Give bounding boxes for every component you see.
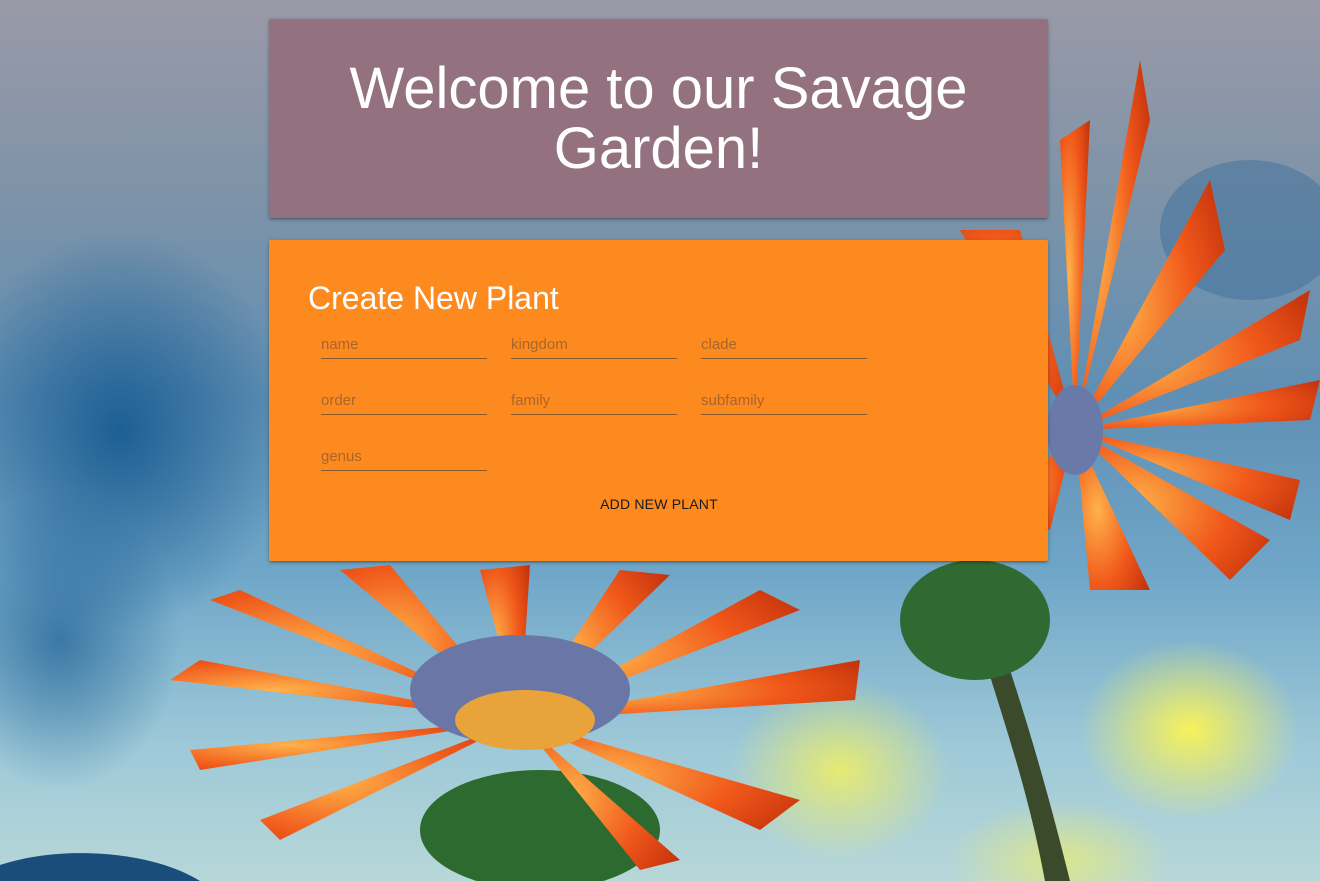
clade-input[interactable] — [701, 332, 867, 356]
kingdom-input[interactable] — [511, 332, 677, 356]
family-input[interactable] — [511, 388, 677, 412]
clade-field-wrapper — [701, 332, 867, 359]
form-title: Create New Plant — [308, 280, 559, 316]
name-input[interactable] — [321, 332, 487, 356]
family-field-wrapper — [511, 388, 677, 415]
order-field-wrapper — [321, 388, 487, 415]
order-input[interactable] — [321, 388, 487, 412]
subfamily-input[interactable] — [701, 388, 867, 412]
genus-input[interactable] — [321, 444, 487, 468]
page-title: Welcome to our Savage Garden! — [349, 55, 968, 181]
welcome-header-card: Welcome to our Savage Garden! — [269, 19, 1048, 218]
kingdom-field-wrapper — [511, 332, 677, 359]
add-new-plant-button[interactable]: ADD NEW PLANT — [589, 488, 729, 520]
name-field-wrapper — [321, 332, 487, 359]
create-plant-form: Create New Plant ADD NEW PLANT — [269, 240, 1048, 561]
subfamily-field-wrapper — [701, 388, 867, 415]
genus-field-wrapper — [321, 444, 487, 471]
